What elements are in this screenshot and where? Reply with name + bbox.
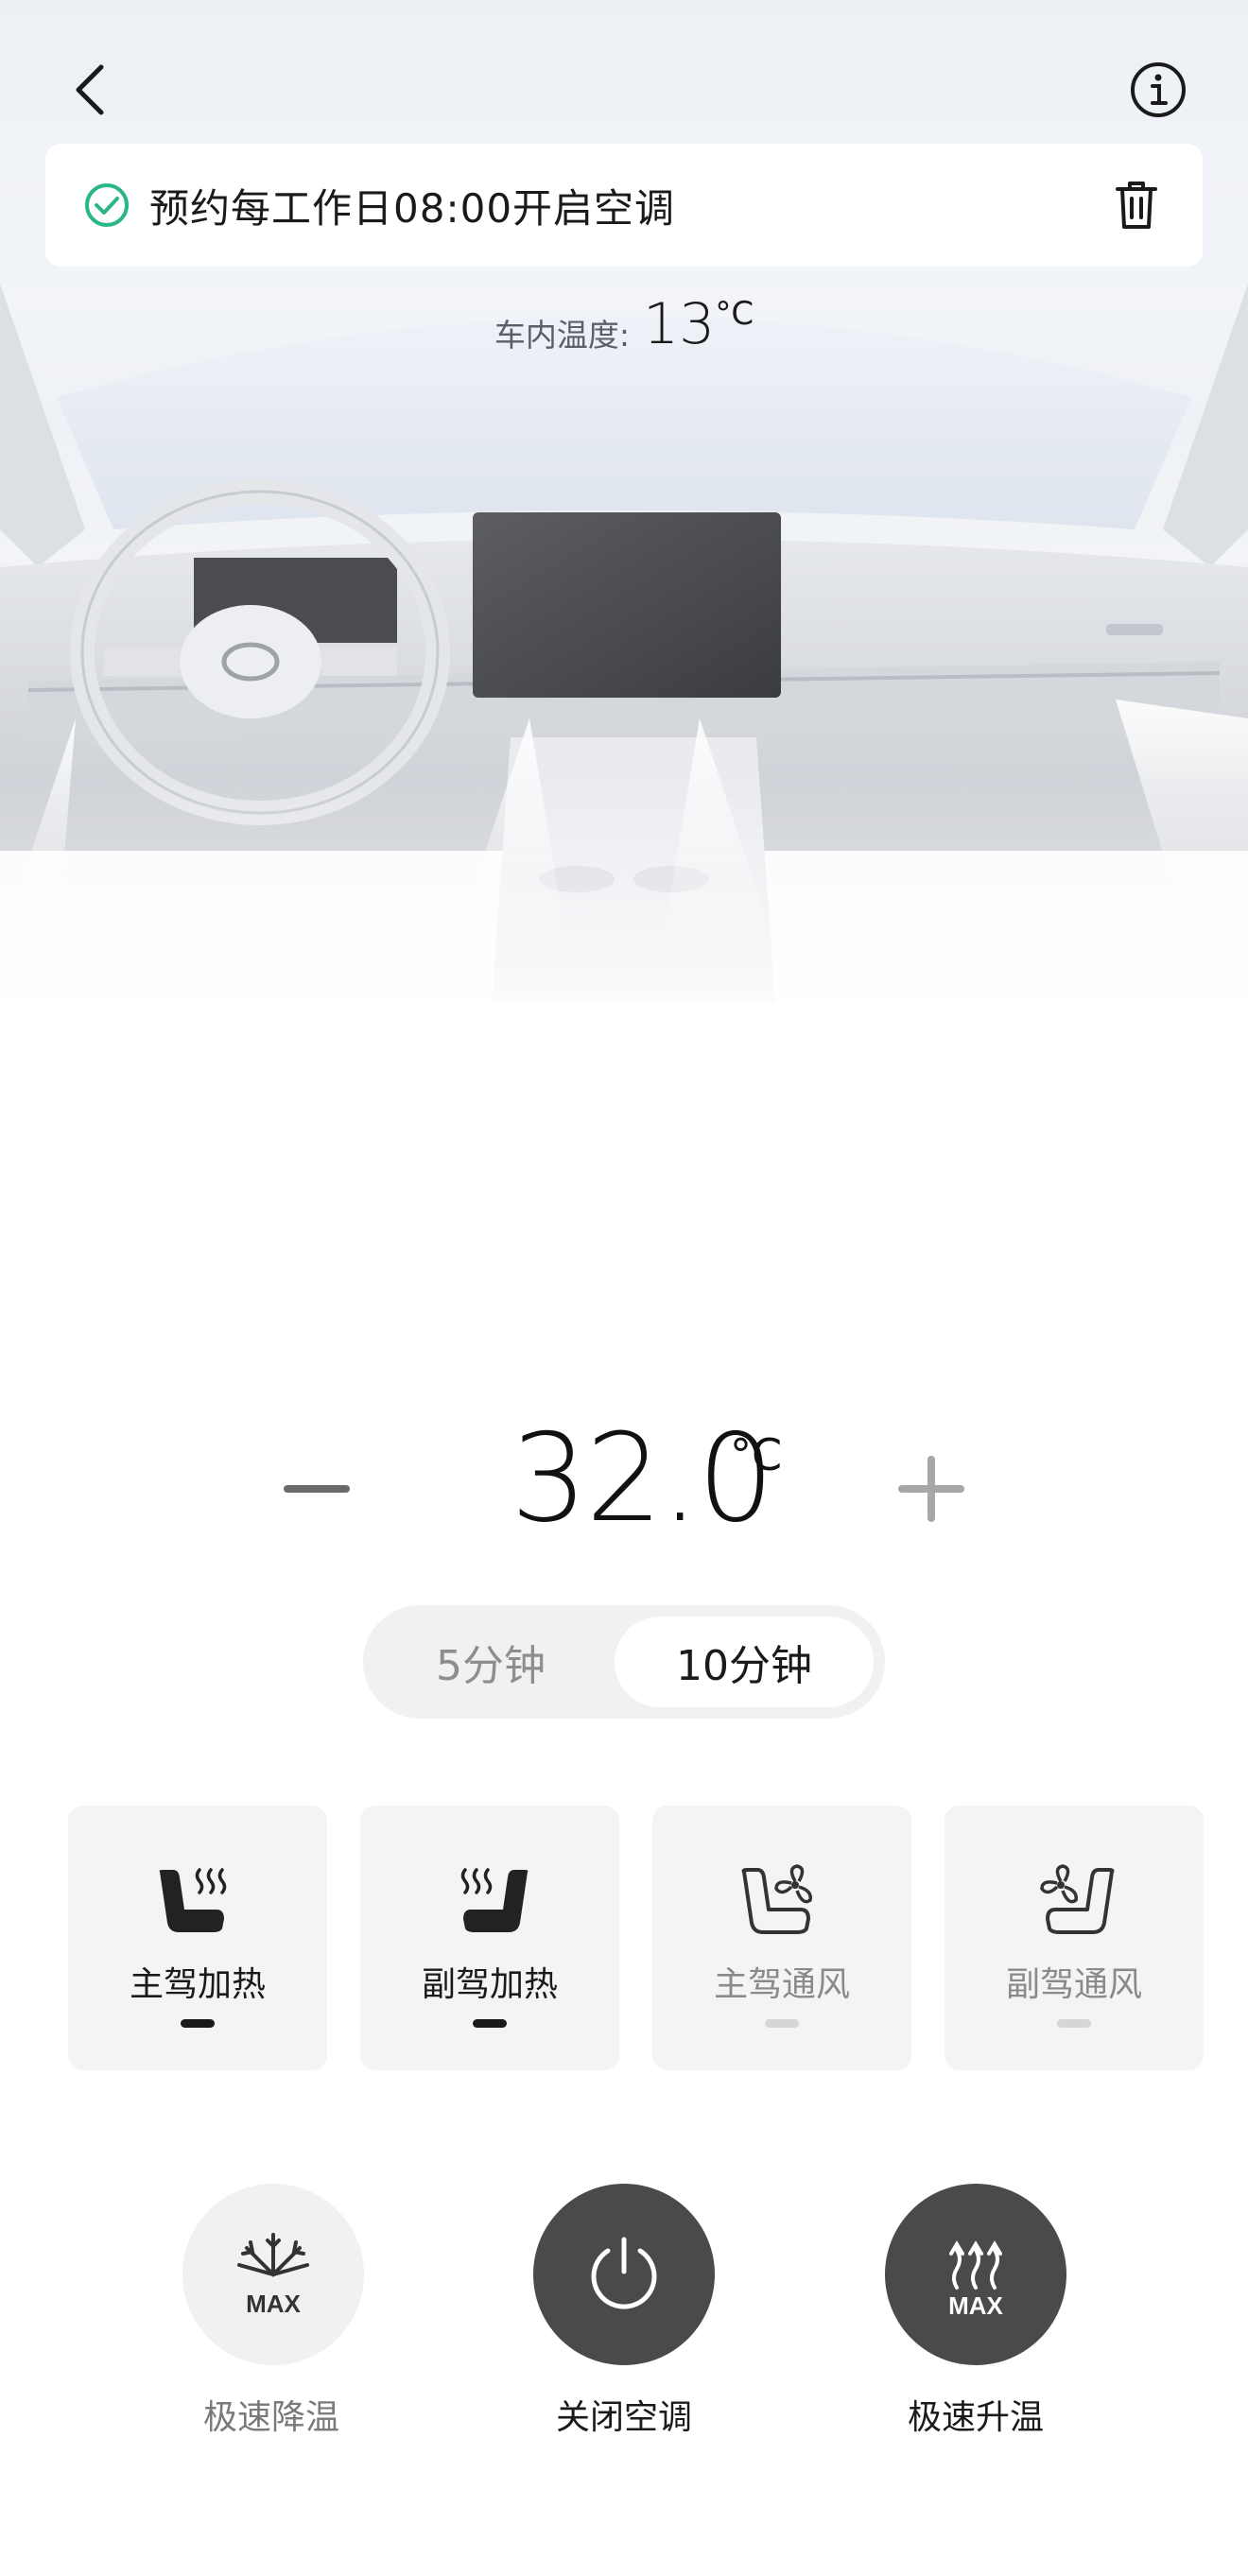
passenger-seat-vent-tile[interactable]: 副驾通风: [945, 1806, 1204, 2070]
driver-seat-heat-tile[interactable]: 主驾加热: [68, 1806, 327, 2070]
driver-seat-vent-tile[interactable]: 主驾通风: [652, 1806, 911, 2070]
duration-option-5min[interactable]: 5分钟: [374, 1616, 607, 1707]
rapid-heat-button[interactable]: MAX: [885, 2184, 1066, 2365]
temperature-control: 32.0 °C: [0, 1409, 1248, 1560]
check-circle-icon: [85, 183, 129, 227]
cabin-temp-unit: °C: [715, 295, 754, 333]
status-indicator: [1057, 2019, 1091, 2028]
snowflake-max-icon: MAX: [237, 2233, 309, 2318]
driver-seat-heat-icon: [159, 1868, 227, 1932]
driver-seat-vent-icon: [741, 1864, 812, 1934]
back-button[interactable]: [57, 57, 123, 123]
heat-max-icon: MAX: [948, 2240, 1004, 2320]
passenger-seat-vent-label: 副驾通风: [1005, 1965, 1142, 2004]
power-icon: [591, 2237, 657, 2309]
duration-selector: 5分钟 10分钟: [363, 1605, 885, 1719]
minus-icon: [284, 1485, 350, 1493]
info-icon: [1131, 62, 1186, 117]
passenger-seat-heat-icon: [460, 1868, 529, 1932]
cabin-temp-value: 13: [643, 291, 716, 357]
passenger-seat-heat-tile[interactable]: 副驾加热: [360, 1806, 619, 2070]
chevron-left-icon: [76, 64, 104, 115]
increase-temp-button[interactable]: [889, 1446, 974, 1531]
driver-seat-heat-label: 主驾加热: [129, 1965, 266, 2004]
decrease-temp-button[interactable]: [274, 1446, 359, 1531]
rapid-cool-label: 极速降温: [202, 2398, 339, 2437]
svg-text:MAX: MAX: [948, 2291, 1003, 2320]
rapid-cool-button[interactable]: MAX: [182, 2184, 364, 2365]
status-indicator: [181, 2019, 215, 2028]
target-temp-unit: °C: [730, 1429, 783, 1480]
status-indicator: [473, 2019, 507, 2028]
passenger-seat-heat-label: 副驾加热: [421, 1965, 558, 2004]
schedule-card: 预约每工作日08:00开启空调: [45, 144, 1203, 267]
passenger-seat-vent-icon: [1040, 1864, 1115, 1934]
power-off-label: 关闭空调: [555, 2398, 692, 2437]
cabin-temp-label: 车内温度:: [494, 317, 630, 354]
duration-option-10min[interactable]: 10分钟: [615, 1616, 874, 1707]
driver-seat-vent-label: 主驾通风: [713, 1965, 850, 2004]
cabin-temperature: 车内温度: 13 °C: [0, 291, 1248, 357]
info-button[interactable]: [1125, 57, 1191, 123]
rapid-heat-label: 极速升温: [907, 2398, 1044, 2437]
top-bar: [0, 38, 1248, 142]
delete-schedule-button[interactable]: [1108, 177, 1165, 233]
power-off-button[interactable]: [533, 2184, 715, 2365]
svg-text:MAX: MAX: [246, 2290, 301, 2318]
status-indicator: [765, 2019, 799, 2028]
trash-icon: [1116, 182, 1157, 229]
schedule-text: 预约每工作日08:00开启空调: [149, 184, 676, 232]
